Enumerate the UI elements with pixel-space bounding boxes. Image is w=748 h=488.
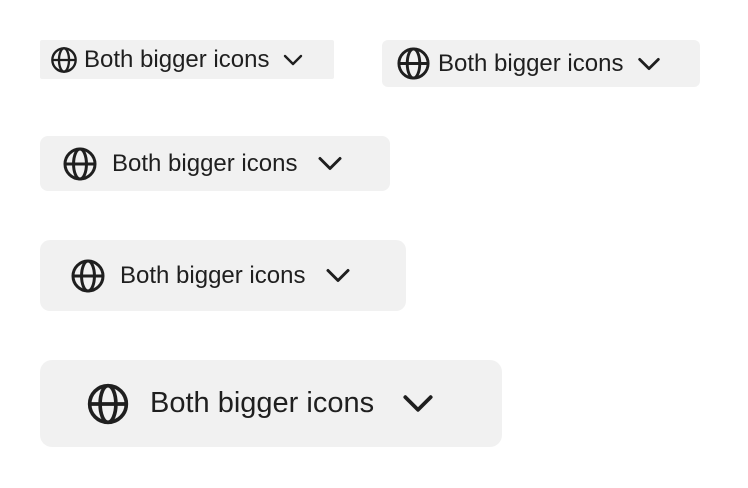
globe-icon [51,46,77,73]
dropdown-button-small[interactable]: Both bigger icons [382,40,700,87]
chevron-down-icon [284,54,303,65]
dropdown-button-label: Both bigger icons [112,149,298,177]
dropdown-button-label: Both bigger icons [438,49,624,77]
dropdown-button-xsmall[interactable]: Both bigger icons [40,40,334,79]
chevron-down-icon [318,157,342,170]
dropdown-button-xlarge[interactable]: Both bigger icons [40,360,502,447]
dropdown-button-large[interactable]: Both bigger icons [40,240,406,311]
globe-icon [87,383,129,424]
chevron-down-icon [638,57,661,70]
chevron-down-icon [403,395,433,412]
dropdown-button-medium[interactable]: Both bigger icons [40,136,390,191]
globe-icon [63,147,97,180]
globe-icon [71,259,105,292]
dropdown-button-label: Both bigger icons [84,45,270,73]
chevron-down-icon [326,269,350,282]
dropdown-button-label: Both bigger icons [150,387,375,419]
globe-icon [397,47,430,80]
dropdown-button-label: Both bigger icons [120,261,306,289]
